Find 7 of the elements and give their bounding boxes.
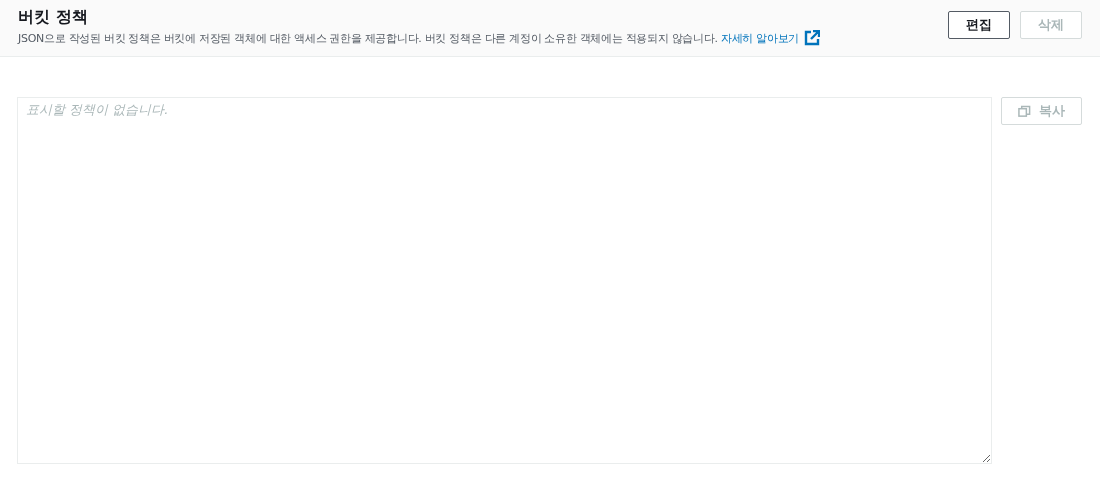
learn-more-link[interactable]: 자세히 알아보기	[720, 32, 821, 45]
action-button[interactable]: 편집	[948, 11, 1010, 39]
description-text: JSON으로 작성된 버킷 정책은 버킷에 저장된 객체에 대한 액세스 권한을 제공합니다. 버킷 정책은 다른 계정이 소유한 객체에는 적용되지 않습니다. 자세히 알아보기	[18, 30, 821, 46]
section-title: 버킷 정책	[18, 6, 89, 28]
policy-field[interactable]: 표시할 정책이 없습니다.	[17, 97, 992, 464]
copy-icon	[1018, 104, 1031, 118]
external-link-icon	[804, 30, 821, 46]
